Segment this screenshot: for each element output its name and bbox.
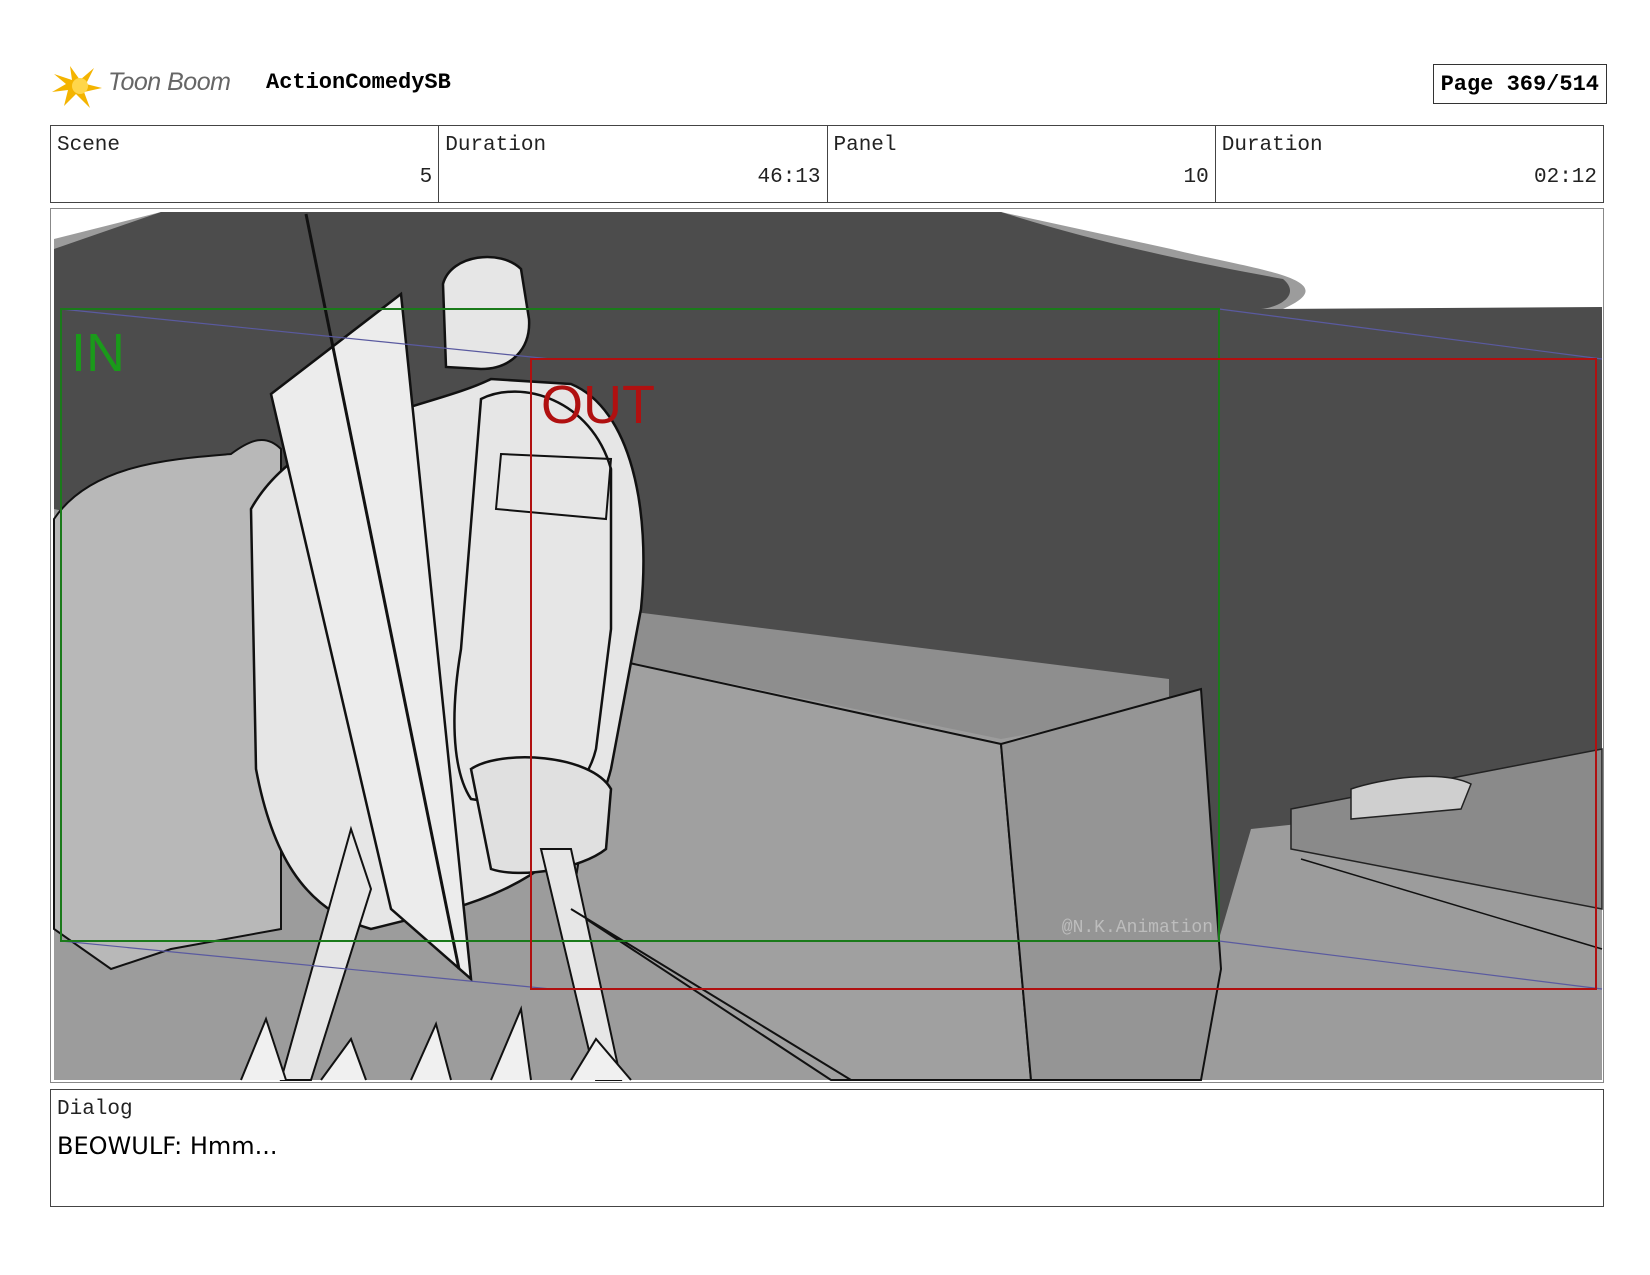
dialog-label: Dialog [57, 1098, 133, 1121]
in-frame-label: IN [71, 323, 125, 383]
panel-cell: Panel 10 [828, 126, 1216, 202]
panel-duration-value: 02:12 [1533, 166, 1597, 189]
out-frame-label: OUT [541, 375, 655, 435]
toon-boom-logo-icon [52, 66, 102, 108]
scene-duration-label: Duration [445, 134, 547, 157]
scene-label: Scene [57, 134, 121, 157]
page-number: Page 369/514 [1432, 64, 1607, 104]
panel-label: Panel [833, 134, 897, 157]
scene-cell: Scene 5 [51, 126, 440, 202]
dialog-text: BEOWULF: Hmm... [57, 1132, 278, 1160]
watermark: @N.K.Animation [1062, 918, 1213, 938]
panel-value: 10 [1183, 166, 1209, 189]
panel-duration-cell: Duration 02:12 [1216, 126, 1603, 202]
brand-name: Toon Boom [108, 68, 231, 96]
storyboard-drawing: IN OUT @N.K.Animation [53, 212, 1603, 1081]
scene-value: 5 [419, 166, 433, 189]
panel-info-row: Scene 5 Duration 46:13 Panel 10 Duration… [50, 125, 1604, 203]
panel-duration-label: Duration [1221, 134, 1323, 157]
header: Toon Boom ActionComedySB Page 369/514 [50, 58, 1607, 110]
storyboard-panel: IN OUT @N.K.Animation [50, 208, 1604, 1083]
dialog-box: Dialog BEOWULF: Hmm... [50, 1089, 1604, 1207]
scene-duration-cell: Duration 46:13 [439, 126, 828, 202]
scene-duration-value: 46:13 [757, 166, 821, 189]
project-title: ActionComedySB [266, 70, 451, 95]
